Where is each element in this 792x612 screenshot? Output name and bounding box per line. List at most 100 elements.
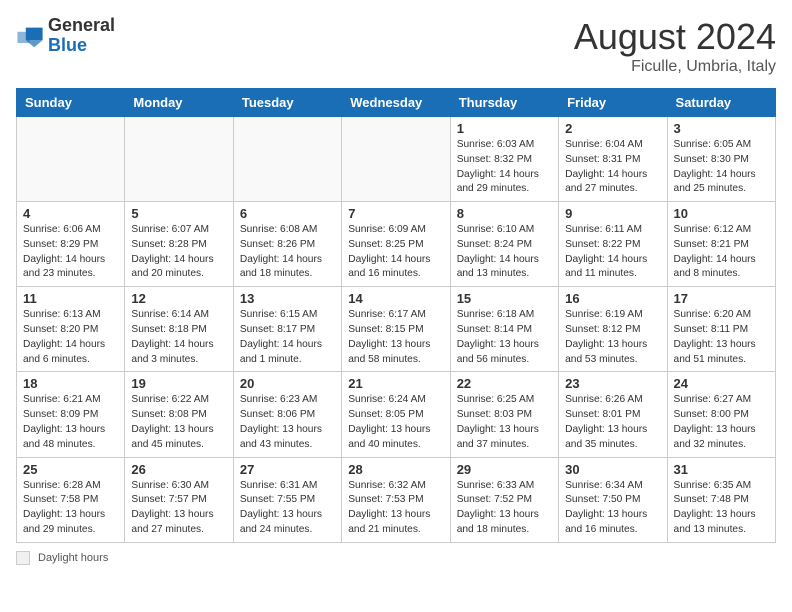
calendar-cell	[125, 117, 233, 202]
day-info: Sunrise: 6:12 AMSunset: 8:21 PMDaylight:…	[674, 223, 769, 282]
day-number: 16	[565, 291, 660, 306]
day-info: Sunrise: 6:22 AMSunset: 8:08 PMDaylight:…	[131, 393, 226, 452]
calendar-col-tuesday: Tuesday	[233, 89, 341, 117]
day-number: 23	[565, 376, 660, 391]
day-info: Sunrise: 6:19 AMSunset: 8:12 PMDaylight:…	[565, 308, 660, 367]
calendar-cell: 10 Sunrise: 6:12 AMSunset: 8:21 PMDayligh…	[667, 202, 775, 287]
calendar-cell: 25 Sunrise: 6:28 AMSunset: 7:58 PMDayligh…	[17, 457, 125, 542]
day-number: 12	[131, 291, 226, 306]
calendar-cell: 24Sunrise: 6:27 AMSunset: 8:00 PMDayligh…	[667, 372, 775, 457]
day-number: 29	[457, 462, 552, 477]
day-info: Sunrise: 6:08 AMSunset: 8:26 PMDaylight:…	[240, 223, 335, 282]
day-number: 28	[348, 462, 443, 477]
day-number: 1	[457, 121, 552, 136]
calendar-week-3: 11 Sunrise: 6:13 AMSunset: 8:20 PMDayligh…	[17, 287, 776, 372]
calendar: SundayMondayTuesdayWednesdayThursdayFrid…	[16, 88, 776, 543]
day-number: 5	[131, 206, 226, 221]
calendar-week-1: 1 Sunrise: 6:03 AMSunset: 8:32 PMDaylight…	[17, 117, 776, 202]
calendar-cell: 14Sunrise: 6:17 AMSunset: 8:15 PMDayligh…	[342, 287, 450, 372]
calendar-cell: 29 Sunrise: 6:33 AMSunset: 7:52 PMDayligh…	[450, 457, 558, 542]
day-info: Sunrise: 6:23 AMSunset: 8:06 PMDaylight:…	[240, 393, 335, 452]
calendar-week-4: 18Sunrise: 6:21 AMSunset: 8:09 PMDayligh…	[17, 372, 776, 457]
day-info: Sunrise: 6:10 AMSunset: 8:24 PMDaylight:…	[457, 223, 552, 282]
day-number: 20	[240, 376, 335, 391]
day-info: Sunrise: 6:06 AMSunset: 8:29 PMDaylight:…	[23, 223, 118, 282]
calendar-cell: 11 Sunrise: 6:13 AMSunset: 8:20 PMDayligh…	[17, 287, 125, 372]
day-info: Sunrise: 6:33 AMSunset: 7:52 PMDaylight:…	[457, 479, 552, 538]
calendar-cell: 2Sunrise: 6:04 AMSunset: 8:31 PMDaylight…	[559, 117, 667, 202]
calendar-cell: 8 Sunrise: 6:10 AMSunset: 8:24 PMDaylight…	[450, 202, 558, 287]
day-info: Sunrise: 6:34 AMSunset: 7:50 PMDaylight:…	[565, 479, 660, 538]
calendar-cell: 23 Sunrise: 6:26 AMSunset: 8:01 PMDayligh…	[559, 372, 667, 457]
calendar-cell: 6 Sunrise: 6:08 AMSunset: 8:26 PMDaylight…	[233, 202, 341, 287]
day-info: Sunrise: 6:20 AMSunset: 8:11 PMDaylight:…	[674, 308, 769, 367]
location: Ficulle, Umbria, Italy	[574, 58, 776, 76]
day-number: 17	[674, 291, 769, 306]
calendar-week-2: 4Sunrise: 6:06 AMSunset: 8:29 PMDaylight…	[17, 202, 776, 287]
day-number: 19	[131, 376, 226, 391]
day-info: Sunrise: 6:03 AMSunset: 8:32 PMDaylight:…	[457, 138, 552, 197]
day-number: 18	[23, 376, 118, 391]
day-info: Sunrise: 6:24 AMSunset: 8:05 PMDaylight:…	[348, 393, 443, 452]
calendar-cell: 12 Sunrise: 6:14 AMSunset: 8:18 PMDayligh…	[125, 287, 233, 372]
logo-blue: Blue	[48, 35, 87, 55]
month-year: August 2024	[574, 16, 776, 58]
day-info: Sunrise: 6:09 AMSunset: 8:25 PMDaylight:…	[348, 223, 443, 282]
calendar-cell: 19 Sunrise: 6:22 AMSunset: 8:08 PMDayligh…	[125, 372, 233, 457]
calendar-col-thursday: Thursday	[450, 89, 558, 117]
day-number: 3	[674, 121, 769, 136]
calendar-cell: 28 Sunrise: 6:32 AMSunset: 7:53 PMDayligh…	[342, 457, 450, 542]
day-info: Sunrise: 6:28 AMSunset: 7:58 PMDaylight:…	[23, 479, 118, 538]
day-info: Sunrise: 6:26 AMSunset: 8:01 PMDaylight:…	[565, 393, 660, 452]
day-number: 27	[240, 462, 335, 477]
calendar-cell	[342, 117, 450, 202]
calendar-cell: 16 Sunrise: 6:19 AMSunset: 8:12 PMDayligh…	[559, 287, 667, 372]
day-info: Sunrise: 6:17 AMSunset: 8:15 PMDaylight:…	[348, 308, 443, 367]
logo-icon	[16, 22, 44, 50]
calendar-col-friday: Friday	[559, 89, 667, 117]
day-info: Sunrise: 6:14 AMSunset: 8:18 PMDaylight:…	[131, 308, 226, 367]
day-info: Sunrise: 6:11 AMSunset: 8:22 PMDaylight:…	[565, 223, 660, 282]
logo-general: General	[48, 15, 115, 35]
day-number: 8	[457, 206, 552, 221]
day-info: Sunrise: 6:25 AMSunset: 8:03 PMDaylight:…	[457, 393, 552, 452]
calendar-cell	[17, 117, 125, 202]
day-info: Sunrise: 6:31 AMSunset: 7:55 PMDaylight:…	[240, 479, 335, 538]
day-info: Sunrise: 6:27 AMSunset: 8:00 PMDaylight:…	[674, 393, 769, 452]
day-number: 6	[240, 206, 335, 221]
page-header: General Blue August 2024 Ficulle, Umbria…	[16, 16, 776, 76]
day-number: 31	[674, 462, 769, 477]
calendar-cell: 15Sunrise: 6:18 AMSunset: 8:14 PMDayligh…	[450, 287, 558, 372]
day-number: 21	[348, 376, 443, 391]
calendar-cell: 9 Sunrise: 6:11 AMSunset: 8:22 PMDaylight…	[559, 202, 667, 287]
logo: General Blue	[16, 16, 115, 56]
calendar-cell: 1 Sunrise: 6:03 AMSunset: 8:32 PMDaylight…	[450, 117, 558, 202]
calendar-cell: 13 Sunrise: 6:15 AMSunset: 8:17 PMDayligh…	[233, 287, 341, 372]
day-number: 25	[23, 462, 118, 477]
calendar-week-5: 25 Sunrise: 6:28 AMSunset: 7:58 PMDayligh…	[17, 457, 776, 542]
day-info: Sunrise: 6:15 AMSunset: 8:17 PMDaylight:…	[240, 308, 335, 367]
day-number: 13	[240, 291, 335, 306]
calendar-cell: 3Sunrise: 6:05 AMSunset: 8:30 PMDaylight…	[667, 117, 775, 202]
day-number: 15	[457, 291, 552, 306]
day-number: 9	[565, 206, 660, 221]
day-number: 11	[23, 291, 118, 306]
calendar-cell: 26Sunrise: 6:30 AMSunset: 7:57 PMDayligh…	[125, 457, 233, 542]
calendar-cell: 7 Sunrise: 6:09 AMSunset: 8:25 PMDaylight…	[342, 202, 450, 287]
calendar-cell: 22 Sunrise: 6:25 AMSunset: 8:03 PMDayligh…	[450, 372, 558, 457]
day-info: Sunrise: 6:32 AMSunset: 7:53 PMDaylight:…	[348, 479, 443, 538]
calendar-cell: 17 Sunrise: 6:20 AMSunset: 8:11 PMDayligh…	[667, 287, 775, 372]
calendar-cell: 18Sunrise: 6:21 AMSunset: 8:09 PMDayligh…	[17, 372, 125, 457]
day-info: Sunrise: 6:07 AMSunset: 8:28 PMDaylight:…	[131, 223, 226, 282]
calendar-cell: 27 Sunrise: 6:31 AMSunset: 7:55 PMDayligh…	[233, 457, 341, 542]
day-number: 26	[131, 462, 226, 477]
day-number: 22	[457, 376, 552, 391]
calendar-col-monday: Monday	[125, 89, 233, 117]
calendar-cell: 31Sunrise: 6:35 AMSunset: 7:48 PMDayligh…	[667, 457, 775, 542]
daylight-box	[16, 551, 30, 565]
calendar-cell: 30Sunrise: 6:34 AMSunset: 7:50 PMDayligh…	[559, 457, 667, 542]
day-number: 7	[348, 206, 443, 221]
day-number: 10	[674, 206, 769, 221]
day-info: Sunrise: 6:13 AMSunset: 8:20 PMDaylight:…	[23, 308, 118, 367]
calendar-col-sunday: Sunday	[17, 89, 125, 117]
